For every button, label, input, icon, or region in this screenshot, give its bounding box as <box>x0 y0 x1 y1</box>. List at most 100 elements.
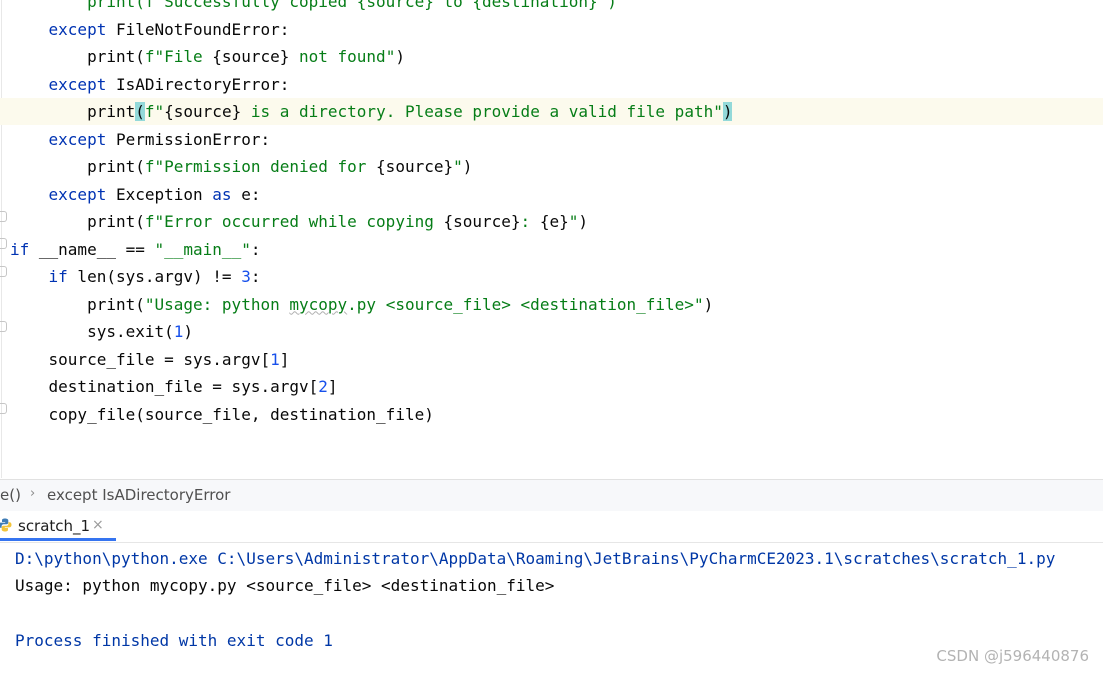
code-line-text: print(f"File {source} not found") <box>10 43 405 70</box>
code-line-text: print(f"Permission denied for {source}") <box>10 153 472 180</box>
code-token: if <box>10 239 30 259</box>
code-token: 2 <box>318 377 328 396</box>
tab-scratch-1[interactable]: scratch_1 × <box>0 511 116 541</box>
fold-marker-icon[interactable] <box>0 321 7 332</box>
code-line-text: print(f"Error occurred while copying {so… <box>10 208 588 235</box>
code-line[interactable]: sys.exit(1) <box>0 318 1103 345</box>
code-token: ] <box>327 377 338 396</box>
code-token: " <box>568 212 579 231</box>
code-token: except <box>48 184 107 204</box>
breadcrumb-item-except[interactable]: except IsADirectoryError <box>47 486 230 504</box>
code-token: : <box>520 212 540 231</box>
code-token: mycopy <box>289 294 348 314</box>
code-token: 3 <box>241 267 251 286</box>
code-line-text: print("Usage: python mycopy.py <source_f… <box>10 291 713 318</box>
code-token: {source} <box>212 47 290 66</box>
code-line[interactable]: destination_file = sys.argv[2] <box>0 373 1103 400</box>
fold-marker-icon[interactable] <box>0 238 7 249</box>
code-line[interactable]: except Exception as e: <box>0 181 1103 208</box>
fold-marker-icon[interactable] <box>0 211 7 222</box>
breadcrumb-item-function[interactable]: e() <box>0 486 21 504</box>
run-console[interactable]: D:\python\python.exe C:\Users\Administra… <box>0 543 1103 673</box>
code-token: if <box>48 267 68 286</box>
code-token: print( <box>87 47 145 66</box>
code-editor[interactable]: print(f"Successfully copied {source} to … <box>0 0 1103 478</box>
code-line-text: destination_file = sys.argv[2] <box>10 373 338 400</box>
code-token: FileNotFoundError: <box>106 19 290 39</box>
code-token: " <box>453 157 463 176</box>
code-token: 1 <box>270 349 280 369</box>
code-line[interactable]: except IsADirectoryError: <box>0 71 1103 98</box>
code-line-text: except IsADirectoryError: <box>10 71 290 98</box>
python-icon <box>0 518 12 532</box>
code-line-text: if len(sys.argv) != 3: <box>10 263 261 290</box>
code-token: PermissionError: <box>106 129 271 149</box>
code-token: e: <box>231 184 261 204</box>
code-line[interactable]: copy_file(source_file, destination_file) <box>0 401 1103 428</box>
code-line[interactable]: print(f"File {source} not found") <box>0 43 1103 70</box>
code-line[interactable]: source_file = sys.argv[1] <box>0 346 1103 373</box>
tab-label: scratch_1 <box>18 517 91 535</box>
code-token: ( <box>135 102 145 121</box>
code-token: f"File <box>144 47 213 66</box>
code-token: ) <box>722 102 733 121</box>
code-line[interactable]: print("Usage: python mycopy.py <source_f… <box>0 291 1103 318</box>
console-command-line: D:\python\python.exe C:\Users\Administra… <box>15 549 1056 568</box>
code-token: except <box>48 19 107 39</box>
code-token: .py <source_file> <destination_file>" <box>347 294 704 314</box>
code-token: sys.exit( <box>87 322 174 341</box>
code-token: ] <box>279 349 290 369</box>
code-token: source_file = sys.argv[ <box>48 349 271 369</box>
code-line[interactable]: print(f"{source} is a directory. Please … <box>0 98 1103 125</box>
code-line[interactable]: print(f"Error occurred while copying {so… <box>0 208 1103 235</box>
code-token: as <box>212 184 232 204</box>
code-token: : <box>250 267 261 286</box>
code-token: f" <box>144 102 165 121</box>
code-token: __name__ == <box>29 239 155 259</box>
code-line-text: copy_file(source_file, destination_file) <box>10 401 434 428</box>
code-token: f"Error occurred while copying <box>144 212 444 231</box>
code-token: ) <box>578 212 588 231</box>
code-token: except <box>48 129 107 149</box>
code-token: "__main__" <box>154 239 251 259</box>
code-line-text: source_file = sys.argv[1] <box>10 346 290 373</box>
code-line[interactable]: if len(sys.argv) != 3: <box>0 263 1103 290</box>
code-line[interactable]: print(f"Permission denied for {source}") <box>0 153 1103 180</box>
code-token: copy_file(source_file, destination_file) <box>48 404 434 424</box>
code-line-text: print(f"Successfully copied {source} to … <box>10 0 617 15</box>
code-line[interactable]: except FileNotFoundError: <box>0 16 1103 43</box>
code-line-text: sys.exit(1) <box>10 318 193 345</box>
code-token: print( <box>87 212 145 231</box>
code-token: 1 <box>173 322 184 341</box>
code-token: : <box>250 239 261 259</box>
fold-marker-icon[interactable] <box>0 266 7 277</box>
code-line[interactable]: if __name__ == "__main__": <box>0 236 1103 263</box>
breadcrumb: e() › except IsADirectoryError <box>0 479 1103 512</box>
code-token: len(sys.argv) != <box>67 267 242 286</box>
code-line[interactable]: except PermissionError: <box>0 126 1103 153</box>
code-token: ) <box>462 157 473 176</box>
code-token: "Usage: python <box>144 294 290 314</box>
code-token: {source} <box>443 212 521 231</box>
code-token: print <box>87 102 136 121</box>
code-token: not found" <box>289 47 396 66</box>
fold-marker-icon[interactable] <box>0 403 7 414</box>
code-token: IsADirectoryError: <box>106 74 290 94</box>
code-line-text: except Exception as e: <box>10 181 261 208</box>
close-icon[interactable]: × <box>92 517 104 533</box>
watermark: CSDN @j596440876 <box>936 647 1089 665</box>
code-token: Exception <box>106 184 213 204</box>
code-token: except <box>48 74 107 94</box>
code-token: print( <box>87 294 145 314</box>
code-line[interactable]: print(f"Successfully copied {source} to … <box>0 0 1103 15</box>
console-exit-message: Process finished with exit code 1 <box>15 631 333 650</box>
code-line-text: print(f"{source} is a directory. Please … <box>10 98 733 125</box>
code-token: {source} <box>164 102 242 121</box>
code-token: print(f"Successfully copied {source} to … <box>87 0 617 11</box>
code-line-text: except FileNotFoundError: <box>10 16 290 43</box>
console-output-line: Usage: python mycopy.py <source_file> <d… <box>15 576 555 595</box>
code-token: {source} <box>376 157 454 176</box>
code-line-text: except PermissionError: <box>10 126 271 153</box>
run-tool-window-tabs: scratch_1 × <box>0 511 1103 543</box>
code-token: ) <box>703 294 714 314</box>
